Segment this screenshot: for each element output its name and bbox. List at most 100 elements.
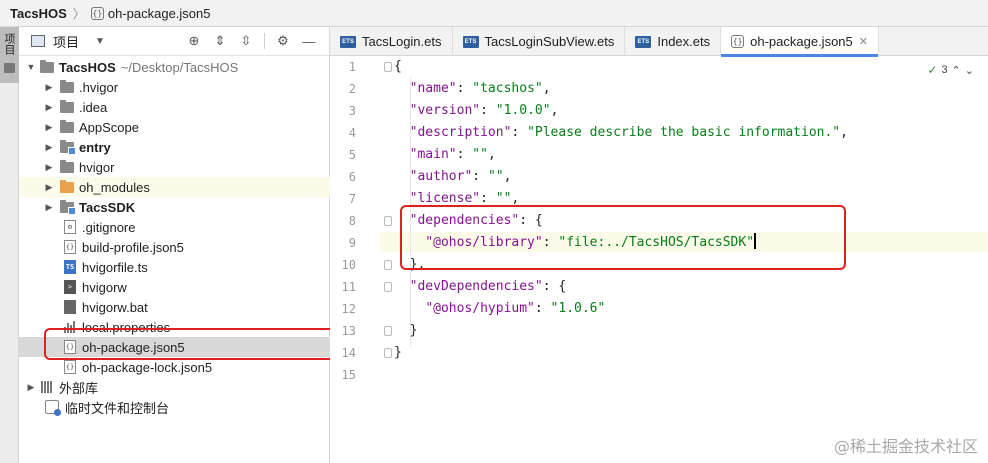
tree-item-hvigorw-bat[interactable]: hvigorw.bat [19,297,330,317]
stripe-project-label: 项目 [3,33,15,55]
tree-item-path: ~/Desktop/TacsHOS [120,59,239,75]
tree-item-tacssdk[interactable]: ▶ TacsSDK [19,197,330,217]
project-panel-toolbar: ⊕ ⇕ ⇳ ⚙ — [186,33,317,49]
tree-item-external-libraries[interactable]: ▶ 外部库 [19,377,330,397]
breadcrumb-project[interactable]: TacsHOS [10,6,67,21]
line-number: 6 [348,170,356,184]
tab-label: TacsLogin.ets [362,34,442,49]
fold-marker-icon[interactable] [384,326,392,336]
chevron-down-icon[interactable]: ▼ [25,62,37,72]
chevron-right-icon[interactable]: ▶ [43,182,55,193]
folder-icon [60,79,74,93]
chevron-right-icon[interactable]: ▶ [25,382,37,393]
tree-item-hvigorfile[interactable]: TS hvigorfile.ts [19,257,330,277]
fold-marker-icon[interactable] [384,348,392,358]
tree-item-entry[interactable]: ▶ entry [19,137,330,157]
breadcrumb-separator: 〉 [72,6,85,21]
tab-label: Index.ets [657,34,711,49]
code-line-4: "description": "Please describe the basi… [409,125,848,140]
tree-item-label: 临时文件和控制台 [65,400,170,416]
tree-item-label: hvigor [79,159,115,175]
tree-item-label: 外部库 [59,380,99,396]
inspection-widget[interactable]: ✓ 3 ⌃ ⌄ [927,63,974,77]
fold-marker-icon[interactable] [384,282,392,292]
chevron-right-icon[interactable]: ▶ [43,142,55,153]
tab-label: TacsLoginSubView.ets [484,34,615,49]
tree-item-build-profile[interactable]: {} build-profile.json5 [19,237,330,257]
close-icon[interactable]: ✕ [859,35,868,48]
tree-item-label: TacsSDK [79,199,136,215]
tree-item-label: hvigorw.bat [82,299,148,315]
scratches-icon [45,400,61,416]
chevron-down-icon[interactable]: ▼ [95,36,105,47]
tree-item-label: TacsHOS [59,59,116,75]
chevron-right-icon[interactable]: ▶ [43,102,55,113]
line-number: 1 [348,60,356,74]
tab-label: oh-package.json5 [750,34,853,49]
code-line-6: "author": "", [409,169,512,184]
line-number: 10 [341,258,356,272]
typescript-file-icon: TS [64,260,76,274]
line-number: 7 [348,192,356,206]
chevron-down-icon[interactable]: ⌄ [965,64,974,77]
tree-item-label: entry [79,139,111,155]
tab-index[interactable]: ETS Index.ets [625,27,722,56]
gitignore-file-icon: ⚙ [64,220,76,234]
expand-all-icon[interactable]: ⇕ [212,33,228,49]
collapse-all-icon[interactable]: ⇳ [238,33,254,49]
module-folder-icon [60,199,76,215]
json-file-icon: {} [64,240,76,254]
tree-item-project-root[interactable]: ▼ TacsHOS ~/Desktop/TacsHOS [19,57,330,77]
tab-tacsloginsubview[interactable]: ETS TacsLoginSubView.ets [453,27,626,56]
tree-item-idea[interactable]: ▶ .idea [19,97,330,117]
file-highlight-box [44,328,367,360]
tree-item-scratches[interactable]: 临时文件和控制台 [19,397,330,417]
fold-marker-icon[interactable] [384,260,392,270]
code-line-1: { [394,59,402,74]
folder-icon [60,99,74,113]
minimize-icon[interactable]: — [301,33,317,49]
inspection-count: 3 [941,64,948,76]
json-file-icon: {} [90,6,104,20]
tree-item-gitignore[interactable]: ⚙ .gitignore [19,217,330,237]
code-line-2: "name": "tacshos", [409,81,551,96]
project-panel-title[interactable]: 项目 [53,32,79,51]
fold-marker-icon[interactable] [384,62,392,72]
ets-file-icon: ETS [340,35,356,48]
code-line-14: } [394,345,402,360]
tree-item-oh-package-lock[interactable]: {} oh-package-lock.json5 [19,357,330,377]
chevron-right-icon[interactable]: ▶ [43,122,55,133]
line-number: 4 [348,126,356,140]
locate-file-icon[interactable]: ⊕ [186,33,202,49]
tab-tacslogin[interactable]: ETS TacsLogin.ets [330,27,453,56]
dependencies-highlight-box [400,205,846,270]
tree-item-hvigor[interactable]: ▶ hvigor [19,157,330,177]
chevron-up-icon[interactable]: ⌃ [952,64,961,77]
fold-marker-icon[interactable] [384,216,392,226]
line-number: 2 [348,82,356,96]
tree-item-appscope[interactable]: ▶ AppScope [19,117,330,137]
tool-window-stripe: 项目 [0,27,19,463]
breadcrumb-file[interactable]: {} oh-package.json5 [90,6,211,21]
gear-icon[interactable]: ⚙ [275,33,291,49]
ets-file-icon: ETS [462,35,479,48]
chevron-right-icon[interactable]: ▶ [43,82,55,93]
ets-file-icon: ETS [635,35,652,48]
navigation-breadcrumb: TacsHOS 〉 {} oh-package.json5 [0,0,988,27]
line-number: 5 [348,148,356,162]
code-line-13: } [409,323,418,338]
tree-item-hvigorw[interactable]: > hvigorw [19,277,330,297]
code-line-11: "devDependencies": { [409,279,567,294]
chevron-right-icon[interactable]: ▶ [43,202,55,213]
project-tool-window-button[interactable]: 项目 [0,27,19,83]
tab-oh-package[interactable]: {} oh-package.json5 ✕ [721,27,879,57]
line-number-gutter: 1 2 3 4 5 6 7 8 9 10 11 12 13 14 15 [330,57,380,463]
folder-icon [60,119,74,133]
chevron-right-icon[interactable]: ▶ [43,162,55,173]
tree-item-oh-modules[interactable]: ▶ oh_modules [19,177,330,197]
tree-item-hvigor-dir[interactable]: ▶ .hvigor [19,77,330,97]
shell-script-icon: > [64,280,76,294]
tree-item-label: oh_modules [79,179,150,195]
batch-file-icon [64,300,76,314]
line-number: 8 [348,214,356,228]
